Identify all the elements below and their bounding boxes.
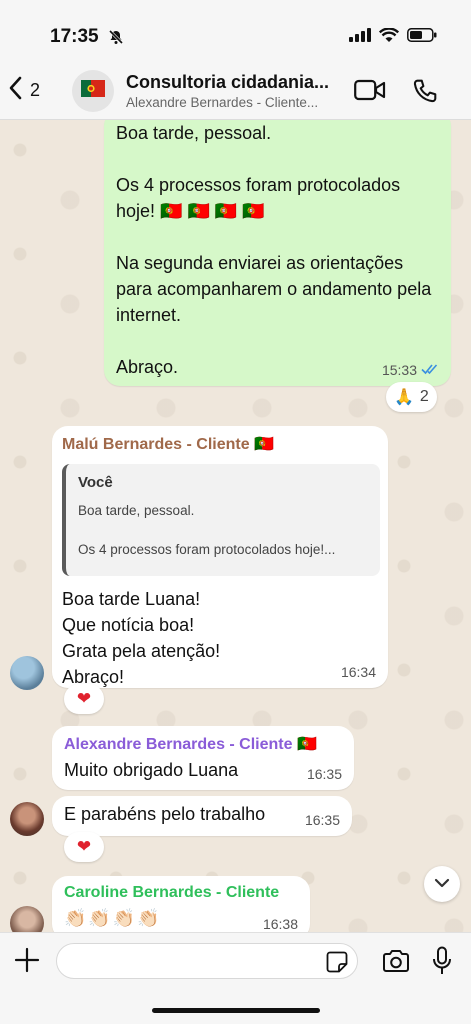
status-time: 17:35 xyxy=(50,26,99,47)
scroll-down-button[interactable] xyxy=(424,866,460,902)
quote-line: Boa tarde, pessoal. xyxy=(78,503,195,518)
composer-bar xyxy=(0,932,471,1024)
message-time: 15:33 xyxy=(381,362,417,378)
heart-emoji: ❤ xyxy=(76,689,92,708)
chat-area[interactable]: Boa tarde, pessoal. Os 4 processos foram… xyxy=(0,120,471,932)
quoted-message[interactable]: Você Boa tarde, pessoal. Os 4 processos … xyxy=(62,464,380,576)
pray-emoji: 🙏 xyxy=(394,389,414,406)
quote-author: Você xyxy=(78,474,113,491)
sticker-icon[interactable] xyxy=(326,951,348,978)
battery-icon xyxy=(407,28,437,47)
chevron-left-icon xyxy=(8,76,22,105)
sender-name[interactable]: Caroline Bernardes - Cliente xyxy=(64,884,298,902)
outgoing-message[interactable]: Boa tarde, pessoal. Os 4 processos foram… xyxy=(104,120,451,386)
avatar[interactable] xyxy=(10,906,44,932)
message-text: Muito obrigado Luana xyxy=(64,760,239,780)
unread-count: 2 xyxy=(30,80,41,100)
reaction-badge[interactable]: 🙏 2 xyxy=(386,382,437,412)
incoming-message-alexandre[interactable]: E parabéns pelo trabalho 16:35 xyxy=(52,796,352,836)
chevron-down-icon xyxy=(434,875,450,893)
phone-call-icon[interactable] xyxy=(412,78,438,109)
silent-bell-icon xyxy=(108,29,124,50)
plus-icon[interactable] xyxy=(14,947,40,978)
chat-header: 2 Consultoria cidadania... Alexandre Ber… xyxy=(0,62,471,120)
message-time: 16:38 xyxy=(262,916,298,932)
message-meta: 15:33 xyxy=(382,362,439,378)
status-indicators xyxy=(349,27,437,47)
group-subtitle[interactable]: Alexandre Bernardes - Cliente... xyxy=(126,95,338,110)
reaction-badge[interactable]: ❤ xyxy=(64,832,104,862)
heart-emoji: ❤ xyxy=(76,837,92,856)
message-text: Boa tarde Luana! Que notícia boa! Grata … xyxy=(62,589,221,687)
reaction-count: 2 xyxy=(419,388,429,405)
message-time: 16:35 xyxy=(306,766,342,782)
message-input[interactable] xyxy=(56,943,358,979)
sender-name[interactable]: Alexandre Bernardes - Cliente 🇵🇹 xyxy=(64,734,342,754)
avatar[interactable] xyxy=(10,656,44,690)
reaction-badge[interactable]: ❤ xyxy=(64,684,104,714)
incoming-message-alexandre[interactable]: Alexandre Bernardes - Cliente 🇵🇹 Muito o… xyxy=(52,726,354,790)
home-indicator xyxy=(152,1008,320,1013)
group-title[interactable]: Consultoria cidadania... xyxy=(126,72,338,93)
signal-icon xyxy=(349,28,371,47)
incoming-message-caroline[interactable]: Caroline Bernardes - Cliente 👏🏻👏🏻👏🏻👏🏻 16… xyxy=(52,876,310,932)
avatar[interactable] xyxy=(10,802,44,836)
group-avatar[interactable] xyxy=(72,70,114,112)
message-time: 16:34 xyxy=(340,664,376,680)
back-button[interactable]: 2 xyxy=(8,76,40,105)
incoming-message-malu[interactable]: Malú Bernardes - Cliente 🇵🇹 Você Boa tar… xyxy=(52,426,388,688)
microphone-icon[interactable] xyxy=(432,946,452,981)
camera-icon[interactable] xyxy=(382,949,410,978)
quote-line: Os 4 processos foram protocolados hoje!.… xyxy=(78,542,336,557)
message-time: 16:35 xyxy=(304,812,340,828)
wifi-icon xyxy=(378,27,400,47)
sender-name[interactable]: Malú Bernardes - Cliente 🇵🇹 xyxy=(62,434,380,454)
portugal-flag-icon xyxy=(81,80,105,102)
message-text: E parabéns pelo trabalho xyxy=(64,804,266,824)
message-text: Boa tarde, pessoal. Os 4 processos foram… xyxy=(116,123,432,377)
read-ticks-icon xyxy=(421,362,439,378)
video-call-icon[interactable] xyxy=(354,79,386,106)
